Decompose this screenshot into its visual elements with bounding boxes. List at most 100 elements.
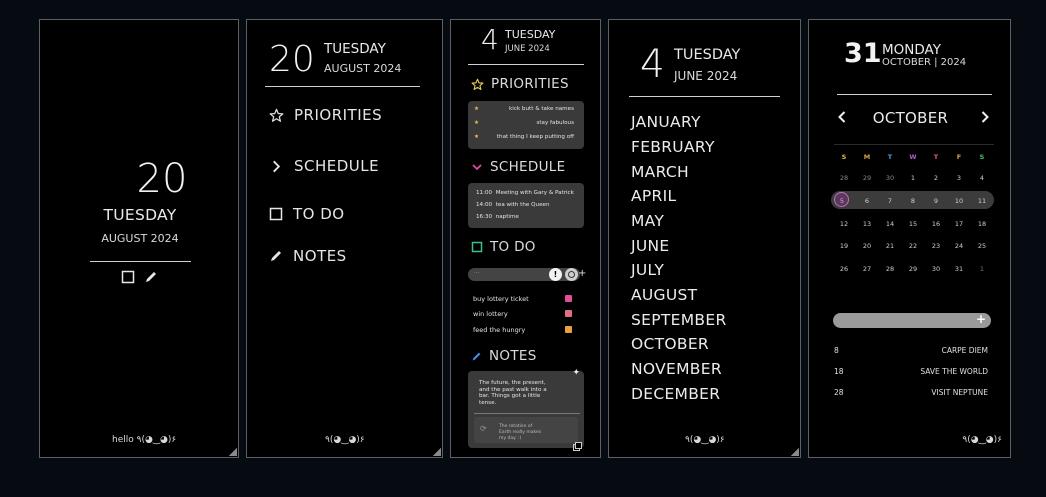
calendar-day[interactable]: 21: [883, 242, 897, 250]
calendar-day[interactable]: 8: [906, 197, 920, 205]
calendar-day[interactable]: 22: [906, 242, 920, 250]
month-item[interactable]: DECEMBER: [631, 385, 720, 403]
todo-item[interactable]: win lottery: [473, 311, 508, 318]
calendar-day[interactable]: 26: [837, 265, 851, 273]
month-item[interactable]: APRIL: [631, 187, 676, 205]
schedule-row[interactable]: 14:00 tea with the Queen: [476, 202, 550, 209]
month-item[interactable]: SEPTEMBER: [631, 311, 727, 329]
resize-handle[interactable]: [229, 448, 237, 456]
date-day: 4: [640, 42, 665, 87]
calendar-day[interactable]: 6: [860, 197, 874, 205]
todo-color-tag[interactable]: [565, 310, 572, 317]
list-item[interactable]: ★ stay fabulous: [474, 120, 574, 127]
month-item[interactable]: JULY: [631, 261, 664, 279]
calendar-day[interactable]: 27: [860, 265, 874, 273]
priorities-header[interactable]: PRIORITIES: [471, 76, 569, 92]
list-item[interactable]: ★ that thing I keep putting off: [474, 134, 574, 141]
menu-item-notes[interactable]: NOTES: [269, 247, 347, 265]
divider: [837, 94, 992, 95]
event-title[interactable]: SAVE THE WORLD: [920, 367, 988, 376]
resize-handle[interactable]: [433, 448, 441, 456]
schedule-row[interactable]: 11:00 Meeting with Gary & Patrick: [476, 190, 574, 197]
calendar-day[interactable]: 1: [975, 265, 989, 273]
todo-header[interactable]: TO DO: [471, 239, 536, 255]
menu-item-schedule[interactable]: SCHEDULE: [269, 157, 379, 175]
date-month-year: JUNE 2024: [674, 69, 738, 83]
menu-item-todo[interactable]: TO DO: [269, 205, 345, 223]
month-item[interactable]: NOVEMBER: [631, 360, 722, 378]
resize-handle[interactable]: [791, 448, 799, 456]
pencil-icon[interactable]: [144, 270, 158, 284]
calendar-day[interactable]: 25: [975, 242, 989, 250]
schedule-header[interactable]: SCHEDULE: [471, 159, 565, 175]
chevron-right-icon: [269, 159, 284, 174]
date-day: 20: [269, 39, 315, 80]
menu-item-label: TO DO: [293, 205, 345, 223]
note-card: ✦ The future, the present, and the past …: [468, 368, 584, 448]
note-text[interactable]: The future, the present, and the past wa…: [479, 380, 551, 407]
event-title[interactable]: CARPE DIEM: [942, 346, 988, 355]
calendar-day[interactable]: 1: [906, 174, 920, 182]
event-title[interactable]: VISIT NEPTUNE: [931, 388, 988, 397]
month-item[interactable]: MAY: [631, 212, 664, 230]
footer-emoticon: ٩(◕‿◕)۶: [962, 435, 1002, 445]
event-input[interactable]: +: [833, 312, 991, 328]
calendar-day[interactable]: 20: [860, 242, 874, 250]
menu-item-label: NOTES: [293, 247, 347, 265]
calendar-day[interactable]: 30: [883, 174, 897, 182]
copy-icon[interactable]: [573, 442, 582, 451]
calendar-day[interactable]: 10: [952, 197, 966, 205]
calendar-day[interactable]: 15: [906, 220, 920, 228]
calendar-day[interactable]: 17: [952, 220, 966, 228]
calendar-day[interactable]: 30: [929, 265, 943, 273]
calendar-day[interactable]: 29: [860, 174, 874, 182]
month-item[interactable]: JUNE: [631, 237, 670, 255]
calendar-day[interactable]: 29: [906, 265, 920, 273]
todo-color-tag[interactable]: [565, 326, 572, 333]
calendar-day[interactable]: 2: [929, 174, 943, 182]
calendar-day[interactable]: 24: [952, 242, 966, 250]
date-day: 20: [136, 156, 188, 202]
checkbox-icon[interactable]: [121, 270, 135, 284]
info-icon[interactable]: !: [549, 268, 562, 281]
calendar-day[interactable]: 19: [837, 242, 851, 250]
todo-item[interactable]: buy lottery ticket: [473, 296, 529, 303]
settings-icon[interactable]: [565, 268, 578, 281]
month-item[interactable]: OCTOBER: [631, 335, 709, 353]
date-weekday: TUESDAY: [324, 41, 386, 57]
calendar-day[interactable]: 14: [883, 220, 897, 228]
calendar-day[interactable]: 28: [837, 174, 851, 182]
widget-panel-months: 4 TUESDAY JUNE 2024 JANUARY FEBRUARY MAR…: [608, 19, 801, 458]
month-item[interactable]: MARCH: [631, 163, 689, 181]
todo-input[interactable]: ... !: [468, 268, 580, 281]
add-todo-icon[interactable]: +: [578, 268, 586, 279]
calendar-day[interactable]: 11: [975, 197, 989, 205]
calendar-day[interactable]: 12: [837, 220, 851, 228]
calendar-day[interactable]: 3: [952, 174, 966, 182]
calendar-day[interactable]: 9: [929, 197, 943, 205]
calendar-day[interactable]: 16: [929, 220, 943, 228]
add-note-icon[interactable]: ✦: [572, 368, 580, 378]
date-month-year: JUNE 2024: [505, 44, 550, 54]
month-item[interactable]: AUGUST: [631, 286, 697, 304]
calendar-day[interactable]: 5: [835, 197, 849, 205]
todo-color-tag[interactable]: [565, 295, 572, 302]
calendar-day[interactable]: 4: [975, 174, 989, 182]
widget-panel-calendar: 31 MONDAY OCTOBER | 2024 OCTOBER S M T W…: [808, 19, 1011, 458]
schedule-row[interactable]: 16:30 naptime: [476, 214, 519, 221]
todo-item[interactable]: feed the hungry: [473, 327, 525, 334]
month-item[interactable]: FEBRUARY: [631, 138, 715, 156]
menu-item-priorities[interactable]: PRIORITIES: [269, 106, 382, 124]
calendar-day[interactable]: 18: [975, 220, 989, 228]
note-sub-card[interactable]: ⟳ The rotation of Earth really makes my …: [474, 417, 578, 443]
notes-header[interactable]: NOTES: [471, 348, 537, 364]
calendar-day[interactable]: 28: [883, 265, 897, 273]
list-item[interactable]: ★ kick butt & take names: [474, 106, 574, 113]
calendar-day[interactable]: 7: [883, 197, 897, 205]
month-item[interactable]: JANUARY: [631, 113, 701, 131]
calendar-day[interactable]: 31: [952, 265, 966, 273]
add-event-icon[interactable]: +: [976, 312, 986, 326]
calendar-day[interactable]: 13: [860, 220, 874, 228]
calendar-day[interactable]: 23: [929, 242, 943, 250]
chevron-right-icon[interactable]: [979, 110, 991, 124]
